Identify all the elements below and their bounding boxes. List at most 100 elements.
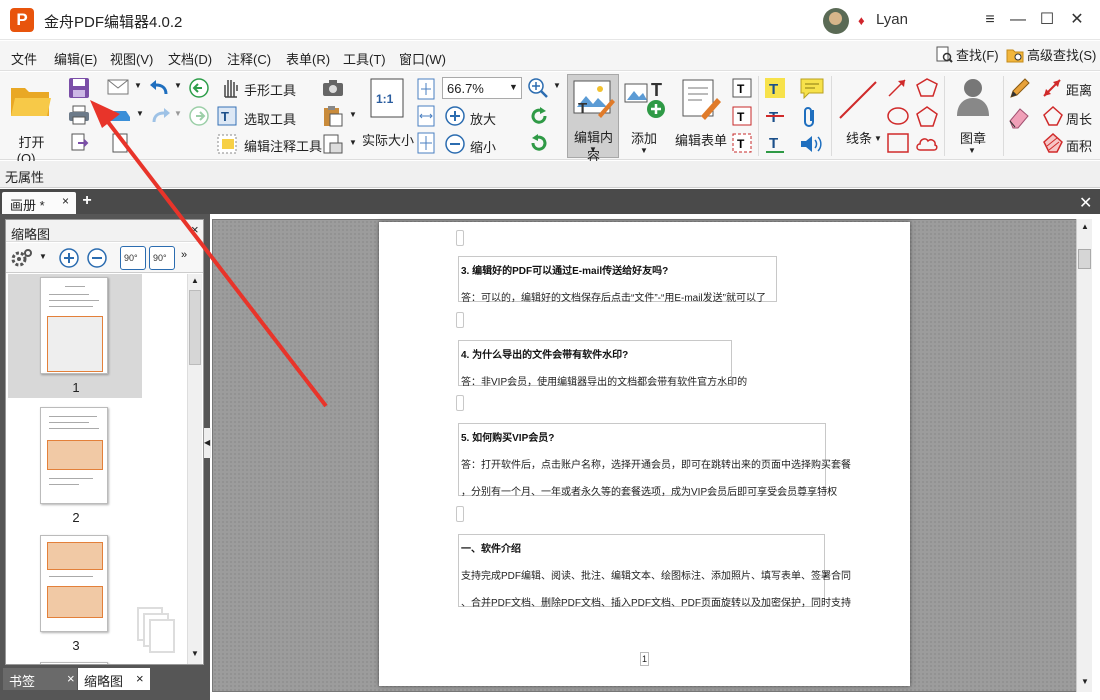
close-all-tabs-icon[interactable]: ✕ <box>1079 193 1092 213</box>
thumbnail-panel-close-icon[interactable]: × <box>191 222 199 237</box>
thumbnail-settings-gear-icon[interactable] <box>10 247 34 269</box>
menu-window[interactable]: 窗口(W) <box>399 49 446 68</box>
maximize-button[interactable]: ☐ <box>1035 8 1059 32</box>
zoom-tool-dropdown-icon[interactable]: ▼ <box>553 81 561 90</box>
zoom-dropdown-icon[interactable]: ▼ <box>509 82 518 92</box>
tab-bookmarks[interactable]: 书签 × <box>3 668 77 690</box>
text-block-q5[interactable]: 5. 如何购买VIP会员? 答：打开软件后，点击账户名称，选择开通会员，即可在跳… <box>458 423 851 498</box>
text-callout-icon[interactable]: T <box>731 132 753 154</box>
edit-form-button[interactable]: 编辑表单 <box>673 76 727 152</box>
thumbnail-page-1[interactable] <box>40 277 108 374</box>
text-block-q3[interactable]: 3. 编辑好的PDF可以通过E-mail传送给好友吗? 答：可以的，编辑好的文档… <box>458 256 777 304</box>
text-box-red-icon[interactable]: T <box>731 105 753 127</box>
thumbnail-page-2[interactable] <box>40 407 108 504</box>
more-tools-chevron-icon[interactable]: » <box>181 249 187 261</box>
email-dropdown-icon[interactable]: ▼ <box>134 81 142 90</box>
tab-thumbnails[interactable]: 缩略图 × <box>78 668 150 690</box>
line-button[interactable]: 线条 ▼ <box>834 76 882 152</box>
page-grid-icon[interactable] <box>322 133 344 155</box>
empty-text-block[interactable] <box>456 395 464 411</box>
export-icon[interactable] <box>70 133 90 153</box>
edit-content-dropdown-icon[interactable]: ▼ <box>589 145 597 154</box>
forward-icon[interactable] <box>188 105 210 127</box>
zoom-select[interactable]: 66.7% ▼ <box>442 77 522 99</box>
collapse-panel-handle[interactable]: ◀ <box>204 428 211 458</box>
tab-close-icon[interactable]: × <box>62 194 69 208</box>
zoom-out-button[interactable]: 缩小 <box>470 137 496 156</box>
settings-dropdown-icon[interactable]: ▼ <box>39 252 47 261</box>
thumbnail-page-3[interactable] <box>40 535 108 632</box>
undo-dropdown-icon[interactable]: ▼ <box>174 81 182 90</box>
text-block-q4[interactable]: 4. 为什么导出的文件会带有软件水印? 答：非VIP会员，使用编辑器导出的文档都… <box>458 340 747 388</box>
cloud-dropdown-icon[interactable]: ▼ <box>136 109 144 118</box>
document-scrollbar[interactable]: ▲ ▼ <box>1076 219 1092 692</box>
menu-icon[interactable]: ≡ <box>978 8 1002 32</box>
paste-dropdown-icon[interactable]: ▼ <box>349 110 357 119</box>
actual-size-button[interactable]: 1:1 实际大小 <box>362 76 414 152</box>
highlight-text-icon[interactable]: T <box>764 77 786 99</box>
distance-button[interactable]: 距离 <box>1066 80 1092 99</box>
new-tab-icon[interactable]: + <box>80 193 94 209</box>
tab-thumbnails-close-icon[interactable]: × <box>136 671 144 686</box>
text-field-icon[interactable]: T <box>731 77 753 99</box>
scroll-up-arrow-icon[interactable]: ▲ <box>191 276 199 285</box>
eraser-icon[interactable] <box>1007 105 1031 129</box>
arrow-shape-icon[interactable] <box>886 77 910 99</box>
doc-scroll-up-arrow-icon[interactable]: ▲ <box>1081 222 1089 231</box>
add-button[interactable]: T 添加 ▼ <box>621 76 669 156</box>
doc-scroll-thumb[interactable] <box>1078 249 1091 269</box>
zoom-in-tool-icon[interactable] <box>527 77 549 99</box>
back-icon[interactable] <box>188 77 210 99</box>
menu-view[interactable]: 视图(V) <box>110 49 153 68</box>
thumbnail-scroll-thumb[interactable] <box>189 290 201 365</box>
edit-content-button[interactable]: T 编辑内容 ▼ <box>567 74 619 164</box>
underline-text-icon[interactable]: T <box>764 132 786 154</box>
thumbnail-page-4[interactable] <box>40 662 108 664</box>
polygon-shape-icon[interactable] <box>914 105 940 127</box>
cloud-upload-icon[interactable] <box>107 105 133 123</box>
advanced-find-button[interactable]: 高级查找(S) <box>1006 45 1096 67</box>
stamp-dropdown-icon[interactable]: ▼ <box>968 146 976 155</box>
tab-document[interactable]: 画册 * × <box>2 192 76 214</box>
undo-icon[interactable] <box>148 78 172 98</box>
empty-text-block[interactable] <box>456 312 464 328</box>
thumbnail-shrink-icon[interactable] <box>86 247 108 269</box>
perimeter-button[interactable]: 周长 <box>1066 109 1092 128</box>
page-icon[interactable] <box>110 133 130 153</box>
edit-annotation-button[interactable]: 编辑注释工具 <box>244 136 322 155</box>
snapshot-camera-icon[interactable] <box>322 78 344 98</box>
username[interactable]: Lyan <box>876 11 908 28</box>
sticky-note-icon[interactable] <box>799 77 825 99</box>
rectangle-shape-icon[interactable] <box>886 132 910 154</box>
strikeout-text-icon[interactable]: T <box>764 105 786 127</box>
close-button[interactable]: ✕ <box>1065 8 1089 32</box>
pencil-icon[interactable] <box>1007 77 1031 101</box>
rotate-counterclockwise-icon[interactable] <box>528 132 550 154</box>
fit-visible-icon[interactable] <box>416 132 436 154</box>
cloud-shape-icon[interactable] <box>914 132 940 154</box>
find-button[interactable]: 查找(F) <box>935 45 999 67</box>
empty-text-block[interactable] <box>456 230 464 246</box>
doc-scroll-down-arrow-icon[interactable]: ▼ <box>1081 677 1089 686</box>
paste-clipboard-icon[interactable] <box>322 105 344 127</box>
line-dropdown-icon[interactable]: ▼ <box>874 134 882 143</box>
menu-edit[interactable]: 编辑(E) <box>54 49 97 68</box>
user-avatar[interactable] <box>823 8 849 34</box>
stamp-button[interactable]: 图章 ▼ <box>946 76 1000 156</box>
ellipse-shape-icon[interactable] <box>886 105 910 127</box>
area-button[interactable]: 面积 <box>1066 136 1092 155</box>
redo-icon[interactable] <box>148 106 172 126</box>
empty-text-block[interactable] <box>456 506 464 522</box>
tab-bookmarks-close-icon[interactable]: × <box>67 671 75 686</box>
save-icon[interactable] <box>68 77 90 99</box>
rotate-left-90-icon[interactable]: 90° <box>120 246 146 270</box>
thumbnail-enlarge-icon[interactable] <box>58 247 80 269</box>
add-dropdown-icon[interactable]: ▼ <box>640 146 648 155</box>
fit-width-icon[interactable] <box>416 105 436 127</box>
menu-comment[interactable]: 注释(C) <box>227 49 271 68</box>
zoom-in-button[interactable]: 放大 <box>470 109 496 128</box>
fit-page-icon[interactable] <box>416 78 436 100</box>
select-text-button[interactable]: 选取工具 <box>244 109 296 128</box>
menu-form[interactable]: 表单(R) <box>286 49 330 68</box>
text-block-intro[interactable]: 一、软件介绍 支持完成PDF编辑、阅读、批注、编辑文本、绘图标注、添加照片、填写… <box>458 534 851 609</box>
